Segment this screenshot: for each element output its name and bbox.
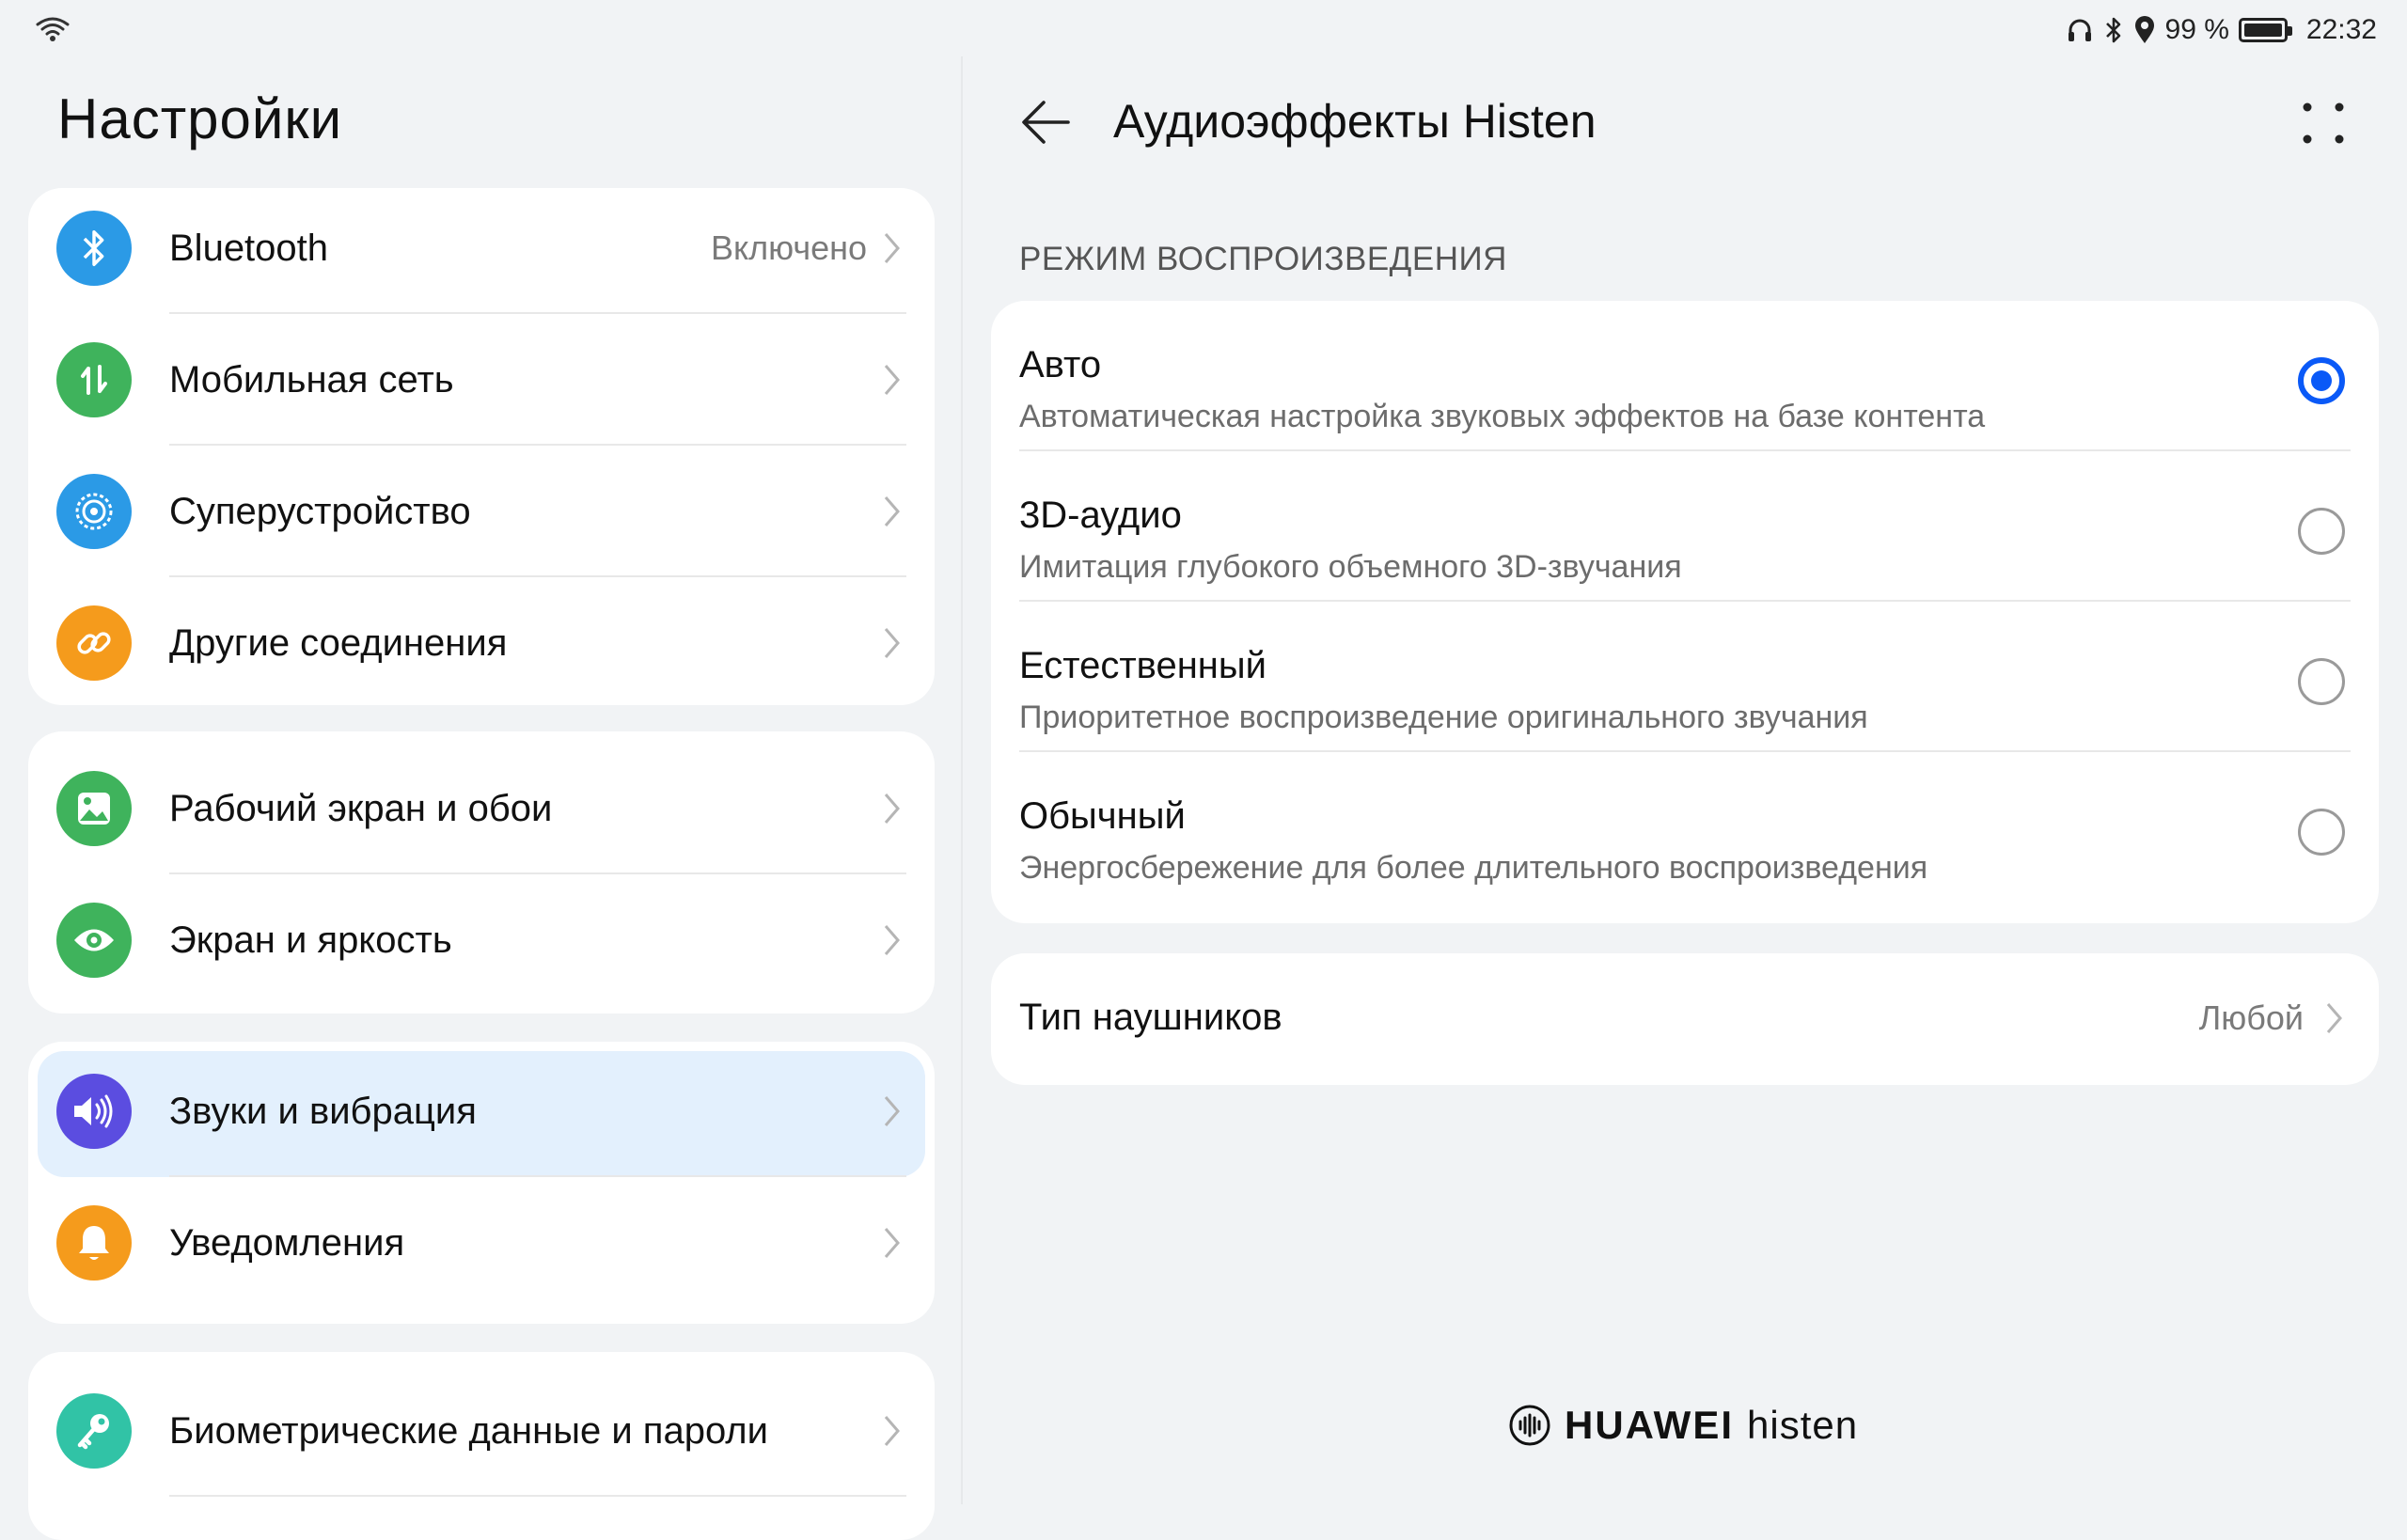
playback-mode-card: Авто Автоматическая настройка звуковых э… [991, 301, 2379, 923]
eye-icon [56, 903, 132, 978]
chevron-right-icon [884, 1416, 900, 1446]
option-natural[interactable]: Естественный Приоритетное воспроизведени… [991, 602, 2379, 752]
mobile-data-icon [56, 342, 132, 417]
bluetooth-icon [56, 211, 132, 286]
headphone-type-row[interactable]: Тип наушников Любой [991, 953, 2379, 1085]
headphones-icon [2068, 19, 2091, 41]
sidebar-item-display-brightness[interactable]: Экран и яркость [28, 874, 935, 1006]
sidebar-item-notifications[interactable]: Уведомления [28, 1177, 935, 1309]
super-device-icon [56, 474, 132, 549]
chevron-right-icon [884, 365, 900, 395]
chevron-right-icon [884, 628, 900, 658]
more-options-icon[interactable] [2300, 100, 2347, 147]
option-title: 3D-аудио [1019, 495, 1182, 536]
key-icon [56, 1393, 132, 1469]
pane-divider [961, 56, 963, 1504]
sidebar-item-mobile-network[interactable]: Мобильная сеть [28, 314, 935, 446]
radio-auto[interactable] [2298, 357, 2345, 404]
headphone-type-label: Тип наушников [1019, 997, 1282, 1038]
option-3d-audio[interactable]: 3D-аудио Имитация глубокого объемного 3D… [991, 451, 2379, 602]
settings-group-connections: Bluetooth Включено Мобильная сеть Суперу… [28, 188, 935, 705]
option-auto[interactable]: Авто Автоматическая настройка звуковых э… [991, 301, 2379, 451]
sidebar-item-label: Bluetooth [169, 227, 329, 269]
settings-group-security: Биометрические данные и пароли [28, 1352, 935, 1540]
option-title: Естественный [1019, 645, 1266, 686]
option-description: Энергосбережение для более длительного в… [1019, 850, 1928, 886]
sidebar-item-label: Экран и яркость [169, 919, 452, 961]
bluetooth-status: Включено [710, 228, 867, 267]
chevron-right-icon [884, 925, 900, 955]
sidebar-item-home-screen[interactable]: Рабочий экран и обои [28, 743, 935, 874]
location-icon [2134, 16, 2154, 43]
huawei-histen-logo: HUAWEI histen [1508, 1399, 1858, 1452]
speaker-icon [56, 1074, 132, 1149]
histen-logo-icon [1509, 1405, 1550, 1446]
sidebar-item-label: Мобильная сеть [169, 358, 454, 401]
headphone-type-card: Тип наушников Любой [991, 953, 2379, 1085]
sidebar-item-label: Рабочий экран и обои [169, 787, 553, 829]
sidebar-item-bluetooth[interactable]: Bluetooth Включено [28, 188, 935, 314]
option-standard[interactable]: Обычный Энергосбережение для более длите… [991, 752, 2379, 903]
sidebar-item-other-connections[interactable]: Другие соединения [28, 577, 935, 705]
battery-percent: 99 % [2164, 14, 2229, 45]
sidebar-item-label: Другие соединения [169, 621, 508, 664]
option-description: Автоматическая настройка звуковых эффект… [1019, 399, 1986, 434]
wallpaper-icon [56, 771, 132, 846]
settings-group-sound: Звуки и вибрация Уведомления [28, 1042, 935, 1324]
option-title: Авто [1019, 344, 1102, 385]
battery-icon [2238, 18, 2292, 42]
sidebar-item-label: Суперустройство [169, 490, 471, 532]
back-arrow-icon[interactable] [1019, 98, 1072, 147]
radio-standard[interactable] [2298, 809, 2345, 856]
chevron-right-icon [2326, 1003, 2342, 1033]
chevron-right-icon [884, 794, 900, 824]
section-label-playback-mode: РЕЖИМ ВОСПРОИЗВЕДЕНИЯ [1019, 241, 1507, 277]
settings-title: Настройки [57, 87, 343, 150]
clock: 22:32 [2305, 14, 2377, 45]
link-icon [56, 605, 132, 681]
headphone-type-value: Любой [2198, 998, 2304, 1037]
chevron-right-icon [884, 1096, 900, 1126]
wifi-icon [36, 17, 70, 41]
battery-level [2243, 24, 2282, 37]
sidebar-item-label: Уведомления [169, 1221, 405, 1264]
settings-group-display: Рабочий экран и обои Экран и яркость [28, 731, 935, 1014]
chevron-right-icon [884, 1228, 900, 1258]
sidebar-item-label: Биометрические данные и пароли [169, 1409, 768, 1452]
chevron-right-icon [884, 496, 900, 526]
brand-huawei: HUAWEI [1565, 1403, 1734, 1447]
option-description: Приоритетное воспроизведение оригинально… [1019, 699, 1868, 735]
sidebar-item-biometrics[interactable]: Биометрические данные и пароли [28, 1365, 935, 1497]
sidebar-item-sounds[interactable]: Звуки и вибрация [28, 1045, 935, 1177]
sidebar-item-super-device[interactable]: Суперустройство [28, 446, 935, 577]
status-bar: 99 % 22:32 [0, 0, 2407, 56]
chevron-right-icon [884, 233, 900, 263]
radio-natural[interactable] [2298, 658, 2345, 705]
bell-icon [56, 1205, 132, 1281]
option-description: Имитация глубокого объемного 3D-звучания [1019, 549, 1682, 585]
sidebar-item-label: Звуки и вибрация [169, 1090, 477, 1132]
brand-histen: histen [1747, 1403, 1859, 1447]
page-title: Аудиоэффекты Histen [1113, 95, 1597, 148]
option-title: Обычный [1019, 795, 1186, 837]
bluetooth-icon [2105, 17, 2120, 43]
radio-3d-audio[interactable] [2298, 508, 2345, 555]
